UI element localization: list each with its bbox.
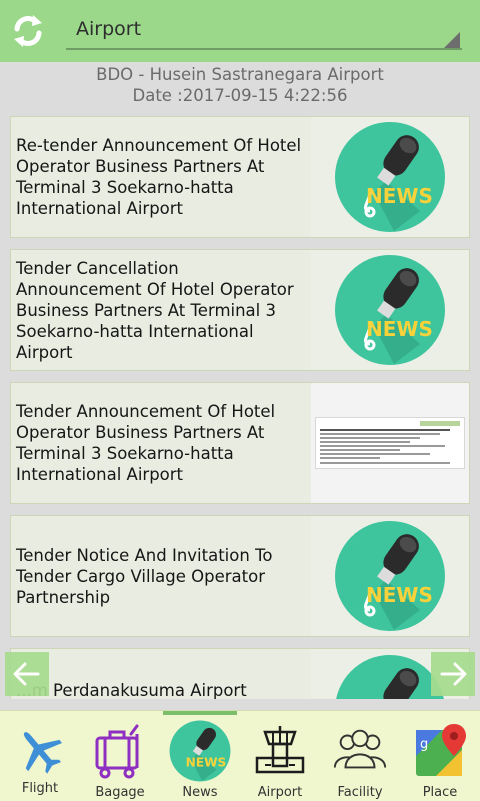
news-title: Tender Announcement Of Hotel Operator Bu… bbox=[16, 402, 276, 484]
news-item[interactable]: ...m Perdanakusuma Airport bbox=[10, 648, 470, 699]
news-thumbnail: NEWS bbox=[311, 250, 469, 370]
news-item[interactable]: Tender Notice And Invitation To Tender C… bbox=[10, 515, 470, 637]
tab-facility[interactable]: Facility bbox=[320, 711, 400, 801]
tab-label: Facility bbox=[337, 785, 383, 800]
news-badge-text: NEWS bbox=[366, 317, 433, 341]
tab-bagage[interactable]: Bagage bbox=[80, 711, 160, 801]
tab-label: Place bbox=[422, 785, 458, 800]
news-icon: NEWS bbox=[335, 122, 445, 232]
airport-header: BDO - Husein Sastranegara Airport Date :… bbox=[0, 62, 480, 106]
dropdown-selected-label: Airport bbox=[76, 18, 142, 40]
news-icon: NEWS bbox=[335, 255, 445, 365]
bottom-navigation: Flight Bagage NEWS News Airport Facility… bbox=[0, 710, 480, 801]
news-icon: NEWS bbox=[335, 521, 445, 631]
refresh-button[interactable] bbox=[8, 8, 48, 54]
luggage-icon bbox=[90, 721, 150, 781]
svg-text:g: g bbox=[420, 737, 428, 752]
active-tab-indicator bbox=[163, 711, 237, 715]
news-title: Tender Cancellation Announcement Of Hote… bbox=[16, 258, 294, 362]
airport-name: BDO - Husein Sastranegara Airport bbox=[96, 65, 384, 84]
top-bar: Airport bbox=[0, 0, 480, 62]
news-badge-text: NEWS bbox=[366, 583, 433, 607]
news-title: ...m Perdanakusuma Airport bbox=[16, 681, 247, 699]
dropdown-caret-icon bbox=[444, 32, 460, 48]
airplane-icon bbox=[10, 721, 70, 781]
tab-news[interactable]: NEWS News bbox=[160, 711, 240, 801]
news-title: Tender Notice And Invitation To Tender C… bbox=[16, 545, 273, 607]
news-item[interactable]: Tender Cancellation Announcement Of Hote… bbox=[10, 249, 470, 371]
news-thumbnail bbox=[311, 383, 469, 503]
news-item[interactable]: Tender Announcement Of Hotel Operator Bu… bbox=[10, 382, 470, 504]
refresh-icon bbox=[14, 15, 42, 47]
document-thumbnail-image bbox=[315, 417, 465, 469]
map-pin-icon: g bbox=[410, 721, 470, 781]
news-badge-text: NEWS bbox=[186, 756, 227, 770]
news-title: Re-tender Announcement Of Hotel Operator… bbox=[16, 136, 302, 218]
news-thumbnail: NEWS bbox=[311, 516, 469, 636]
news-icon: NEWS bbox=[169, 720, 231, 782]
next-button[interactable] bbox=[431, 652, 475, 696]
previous-button[interactable] bbox=[5, 652, 49, 696]
arrow-left-icon bbox=[13, 662, 40, 686]
people-icon bbox=[330, 721, 390, 781]
tab-airport[interactable]: Airport bbox=[240, 711, 320, 801]
news-list[interactable]: Re-tender Announcement Of Hotel Operator… bbox=[10, 116, 470, 699]
news-badge-text: NEWS bbox=[366, 184, 433, 208]
tab-place[interactable]: g Place bbox=[400, 711, 480, 801]
tab-label: Flight bbox=[21, 781, 59, 796]
tab-label: Airport bbox=[257, 785, 303, 800]
dropdown-underline bbox=[66, 48, 462, 50]
control-tower-icon bbox=[250, 721, 310, 781]
update-date: Date :2017-09-15 4:22:56 bbox=[132, 86, 348, 105]
tab-flight[interactable]: Flight bbox=[0, 711, 80, 801]
news-thumbnail: NEWS bbox=[311, 117, 469, 237]
airport-dropdown[interactable]: Airport bbox=[66, 8, 462, 50]
tab-label: Bagage bbox=[95, 785, 145, 800]
news-icon bbox=[336, 655, 444, 699]
news-item[interactable]: Re-tender Announcement Of Hotel Operator… bbox=[10, 116, 470, 238]
arrow-right-icon bbox=[440, 662, 467, 686]
tab-label: News bbox=[182, 785, 218, 800]
